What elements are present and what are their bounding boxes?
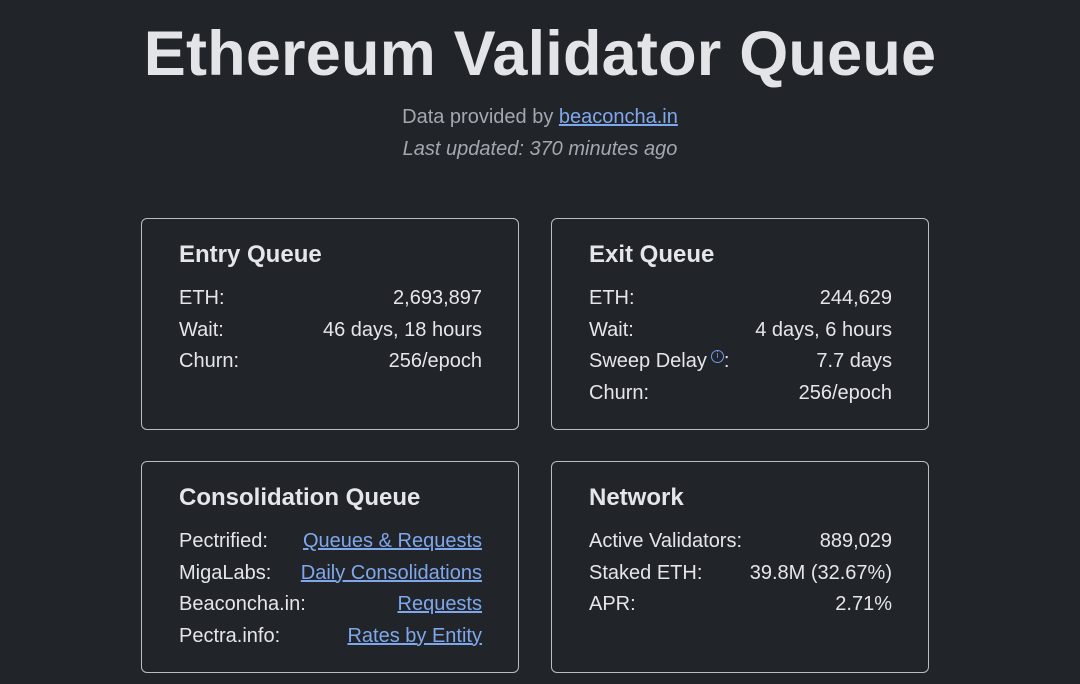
data-provider-prefix: Data provided by: [402, 106, 559, 128]
entry-wait-value: 46 days, 18 hours: [323, 318, 482, 341]
beaconchain-link[interactable]: beaconcha.in: [559, 106, 678, 128]
consolidation-queue-card: Consolidation Queue Pectrified: Queues &…: [141, 461, 519, 673]
consolidation-pectrified-row: Pectrified: Queues & Requests: [179, 526, 482, 558]
last-updated-text: Last updated: 370 minutes ago: [402, 138, 678, 160]
exit-sweep-delay-label-group: Sweep Delay i:: [589, 346, 729, 378]
entry-queue-title: Entry Queue: [179, 241, 322, 268]
entry-queue-card: Entry Queue ETH: 2,693,897 Wait: 46 days…: [141, 218, 519, 430]
beaconchain-label: Beaconcha.in:: [179, 593, 306, 615]
entry-eth-value: 2,693,897: [393, 287, 482, 309]
info-circle-icon[interactable]: i: [710, 350, 724, 363]
exit-sweep-delay-label: Sweep Delay: [589, 350, 707, 372]
exit-queue-title: Exit Queue: [589, 241, 715, 268]
consolidation-beaconchain-row: Beaconcha.in: Requests: [179, 589, 482, 621]
network-apr-row: APR: 2.71%: [589, 589, 892, 621]
exit-sweep-delay-row: Sweep Delay i: 7.7 days: [589, 346, 892, 378]
apr-label: APR:: [589, 593, 636, 615]
entry-eth-label: ETH:: [179, 287, 225, 309]
pectra-info-label: Pectra.info:: [179, 624, 281, 647]
entry-churn-label: Churn:: [179, 350, 240, 372]
network-title: Network: [589, 484, 684, 511]
consolidation-migalabs-row: MigaLabs: Daily Consolidations: [179, 558, 482, 590]
exit-eth-value: 244,629: [819, 287, 892, 309]
exit-sweep-delay-colon: :: [723, 350, 730, 372]
queues-requests-link[interactable]: Queues & Requests: [303, 526, 482, 558]
rates-by-entity-link[interactable]: Rates by Entity: [347, 621, 482, 653]
page: Ethereum Validator Queue Data provided b…: [0, 0, 1080, 684]
staked-eth-value: 39.8M (32.67%): [749, 561, 892, 584]
page-title: Ethereum Validator Queue: [143, 19, 937, 89]
entry-eth-row: ETH: 2,693,897: [179, 283, 482, 315]
exit-sweep-delay-value: 7.7 days: [816, 350, 892, 372]
consolidation-queue-title: Consolidation Queue: [179, 484, 421, 511]
migalabs-label: MigaLabs:: [179, 561, 272, 584]
active-validators-value: 889,029: [819, 530, 892, 552]
exit-wait-value: 4 days, 6 hours: [755, 318, 892, 341]
entry-churn-row: Churn: 256/epoch: [179, 346, 482, 378]
exit-eth-label: ETH:: [589, 287, 635, 309]
exit-churn-label: Churn:: [589, 381, 650, 404]
exit-churn-value: 256/epoch: [798, 381, 892, 404]
consolidation-pectra-info-row: Pectra.info: Rates by Entity: [179, 621, 482, 653]
staked-eth-label: Staked ETH:: [589, 561, 703, 584]
data-provider-line: Data provided by beaconcha.in: [0, 105, 1080, 129]
pectrified-label: Pectrified:: [179, 530, 268, 552]
exit-churn-row: Churn: 256/epoch: [589, 378, 892, 410]
daily-consolidations-link[interactable]: Daily Consolidations: [301, 558, 482, 590]
apr-value: 2.71%: [835, 593, 892, 615]
network-staked-eth-row: Staked ETH: 39.8M (32.67%): [589, 558, 892, 590]
exit-wait-label: Wait:: [589, 318, 634, 341]
network-active-validators-row: Active Validators: 889,029: [589, 526, 892, 558]
entry-wait-row: Wait: 46 days, 18 hours: [179, 315, 482, 347]
exit-eth-row: ETH: 244,629: [589, 283, 892, 315]
network-card: Network Active Validators: 889,029 Stake…: [551, 461, 929, 673]
exit-wait-row: Wait: 4 days, 6 hours: [589, 315, 892, 347]
requests-link[interactable]: Requests: [398, 589, 483, 621]
active-validators-label: Active Validators:: [589, 530, 743, 552]
exit-queue-card: Exit Queue ETH: 244,629 Wait: 4 days, 6 …: [551, 218, 929, 430]
entry-churn-value: 256/epoch: [388, 350, 482, 372]
entry-wait-label: Wait:: [179, 318, 224, 341]
